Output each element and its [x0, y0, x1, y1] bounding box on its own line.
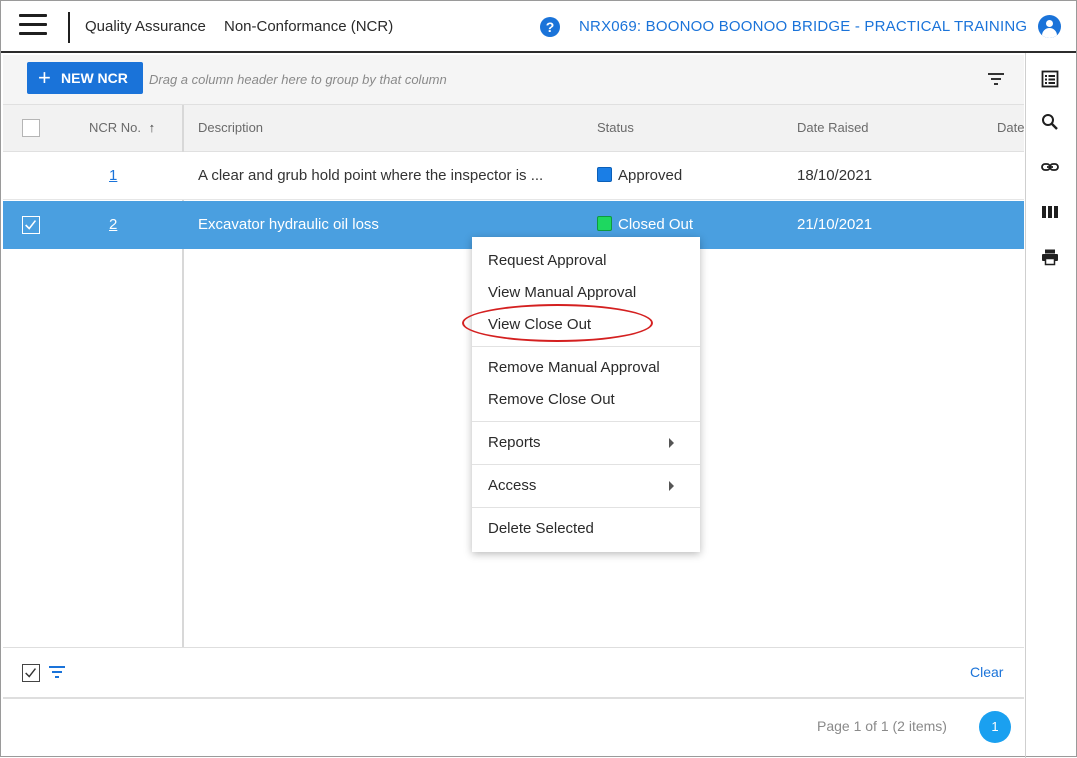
help-icon[interactable]: ? [540, 17, 560, 37]
table-row[interactable]: 1 A clear and grub hold point where the … [3, 152, 1024, 200]
footer-divider [3, 647, 1024, 648]
menu-item-request-approval[interactable]: Request Approval [488, 252, 606, 269]
sort-ascending-icon: ↑ [148, 120, 156, 135]
new-ncr-label: NEW NCR [61, 70, 128, 86]
selection-underline [3, 247, 43, 249]
filter-enable-checkbox[interactable] [22, 664, 40, 682]
app-window: Quality Assurance Non-Conformance (NCR) … [0, 0, 1077, 758]
pager-divider [3, 697, 1024, 699]
group-panel-hint[interactable]: Drag a column header here to group by th… [149, 72, 447, 87]
ncr-number-link[interactable]: 2 [109, 216, 117, 233]
menu-item-remove-close-out[interactable]: Remove Close Out [488, 391, 615, 408]
context-menu: Request Approval View Manual Approval Vi… [472, 237, 700, 552]
menu-separator [472, 464, 700, 465]
header-divider [68, 12, 70, 43]
red-annotation-ellipse [462, 304, 653, 342]
filter-icon[interactable] [49, 666, 65, 678]
submenu-arrow-icon [669, 481, 674, 491]
checkmark-icon [25, 220, 37, 230]
ncr-number-link[interactable]: 1 [109, 167, 117, 184]
submenu-arrow-icon [669, 438, 674, 448]
plus-icon: + [38, 65, 51, 90]
page-title: Non-Conformance (NCR) [224, 18, 394, 35]
status-color-swatch [597, 167, 612, 182]
clear-filter-link[interactable]: Clear [970, 664, 1003, 680]
top-header: Quality Assurance Non-Conformance (NCR) … [1, 1, 1076, 53]
project-title[interactable]: NRX069: BOONOO BOONOO BRIDGE - PRACTICAL… [579, 18, 1027, 35]
right-sidebar-divider [1025, 53, 1026, 758]
description-cell: A clear and grub hold point where the in… [198, 167, 544, 184]
status-cell: Closed Out [597, 216, 693, 233]
search-icon[interactable] [1041, 113, 1059, 131]
column-header-status[interactable]: Status [597, 120, 634, 135]
description-cell: Excavator hydraulic oil loss [198, 216, 379, 233]
column-header-date-raised[interactable]: Date Raised [797, 120, 869, 135]
columns-icon[interactable] [1041, 203, 1059, 221]
hamburger-menu-icon[interactable] [19, 14, 47, 38]
module-title[interactable]: Quality Assurance [85, 18, 206, 35]
menu-separator [472, 346, 700, 347]
menu-item-remove-manual-approval[interactable]: Remove Manual Approval [488, 359, 660, 376]
menu-item-delete-selected[interactable]: Delete Selected [488, 520, 594, 537]
column-header-ncr-no[interactable]: NCR No. ↑ [89, 120, 155, 135]
menu-item-reports[interactable]: Reports [488, 434, 541, 451]
new-ncr-button[interactable]: + NEW NCR [27, 62, 143, 94]
menu-item-access[interactable]: Access [488, 477, 536, 494]
filter-icon[interactable] [988, 73, 1004, 85]
select-all-checkbox[interactable] [22, 119, 40, 137]
column-header-description[interactable]: Description [198, 120, 263, 135]
checkmark-icon [25, 668, 37, 678]
user-avatar-icon[interactable] [1038, 15, 1061, 38]
page-number-button[interactable]: 1 [979, 711, 1011, 743]
date-raised-cell: 18/10/2021 [797, 167, 873, 184]
list-icon[interactable] [1041, 70, 1059, 88]
status-text: Closed Out [618, 216, 694, 233]
grid-header: NCR No. ↑ Description Status Date Raised… [3, 105, 1024, 152]
link-icon[interactable] [1041, 158, 1059, 176]
menu-separator [472, 421, 700, 422]
grid-toolbar: + NEW NCR Drag a column header here to g… [3, 55, 1024, 105]
pager-info: Page 1 of 1 (2 items) [817, 718, 947, 734]
menu-separator [472, 507, 700, 508]
status-text: Approved [618, 167, 683, 184]
status-color-swatch [597, 216, 612, 231]
ncr-no-label: NCR No. [89, 120, 142, 135]
status-cell: Approved [597, 167, 682, 184]
column-header-date[interactable]: Date [997, 120, 1024, 135]
date-raised-cell: 21/10/2021 [797, 216, 873, 233]
row-checkbox-checked[interactable] [22, 216, 40, 234]
menu-item-view-manual-approval[interactable]: View Manual Approval [488, 284, 636, 301]
print-icon[interactable] [1041, 248, 1059, 266]
